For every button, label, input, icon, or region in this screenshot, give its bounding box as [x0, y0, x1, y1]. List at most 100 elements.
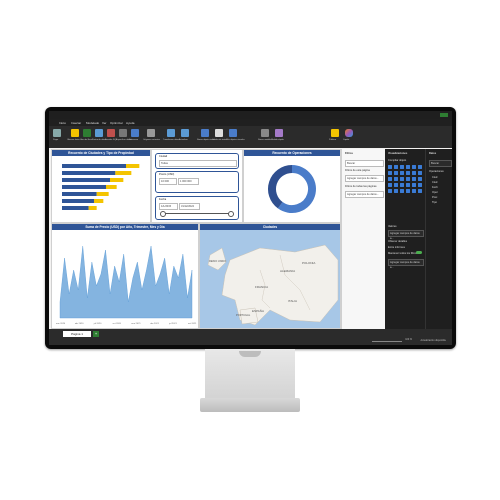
date-range-track[interactable]	[162, 213, 230, 214]
paste-icon[interactable]	[53, 129, 61, 137]
filters-title: Filtros	[345, 152, 353, 155]
map-label: ITALIA	[288, 299, 297, 303]
x-tick-label: oct 2020	[113, 322, 122, 325]
bar	[62, 192, 97, 196]
filters-pane: Filtros Buscar Filtros de esta página Ag…	[341, 149, 386, 329]
filters-all-pages-section: Filtros de todas las páginas	[345, 185, 377, 188]
map-label: FRANCIA	[255, 285, 268, 289]
transform-data-icon[interactable]	[167, 129, 175, 137]
viz-drill-field[interactable]: Agregar campos de datos a...	[388, 259, 424, 269]
data-field[interactable]: Oper	[432, 191, 438, 194]
x-tick-label: ene 2021	[131, 323, 141, 325]
dataverse-icon[interactable]	[131, 129, 139, 137]
bar	[62, 164, 126, 168]
map-card[interactable]: Ciudades ESPAÑA FRANCIA ITALIA ALEMANIA …	[199, 223, 341, 329]
visual-icon-grid[interactable]	[388, 165, 422, 205]
ribbon-label: Copilot	[343, 139, 350, 141]
data-field[interactable]: Prec	[432, 196, 437, 199]
filters-add-field-all[interactable]: Agregar campos de datos...	[345, 191, 384, 198]
ribbon-label: Más objetos visuales	[226, 139, 245, 141]
menu-insertar[interactable]: Insertar	[71, 121, 81, 125]
get-data-icon[interactable]	[71, 129, 79, 137]
data-field[interactable]: Tipo	[432, 201, 437, 204]
date-range-handle-end[interactable]	[228, 211, 234, 217]
update-available[interactable]: Actualización disponible	[420, 339, 446, 342]
bar	[62, 206, 89, 210]
copilot-icon[interactable]	[345, 129, 353, 137]
city-dropdown[interactable]: Todas	[159, 160, 237, 167]
refresh-icon[interactable]	[181, 129, 189, 137]
menu-optimizar[interactable]: Optimizar	[110, 121, 123, 125]
filters-page-section: Filtros de esta página	[345, 169, 370, 172]
data-field[interactable]: Fech	[432, 186, 438, 189]
viz-values-field[interactable]: Agregar campos de datos a...	[388, 230, 424, 240]
zoom-level: 100 %	[405, 338, 412, 341]
viz-keep-filters-label: Mantener todos los filtros	[388, 252, 417, 255]
price-slicer[interactable]: Precio (USD) 10 000 1 000 000	[155, 171, 239, 193]
data-search-input[interactable]: Buscar	[429, 160, 452, 167]
quick-measure-icon[interactable]	[275, 129, 283, 137]
keep-filters-toggle[interactable]	[416, 251, 422, 254]
add-page-button[interactable]: +	[93, 331, 99, 337]
bar	[62, 178, 110, 182]
slicer-card: Ciudad Todas Precio (USD) 10 000 1 000 0…	[151, 149, 243, 223]
map-label: ALEMANIA	[280, 269, 295, 273]
date-slicer-label: Fecha	[159, 198, 167, 201]
text-box-icon[interactable]	[215, 129, 223, 137]
data-field[interactable]: Ciud	[432, 181, 437, 184]
data-title: Datos	[429, 152, 437, 155]
menu-ver[interactable]: Ver	[102, 121, 107, 125]
city-slicer[interactable]: Ciudad Todas	[155, 153, 239, 169]
bar	[106, 185, 117, 189]
menu-ayuda[interactable]: Ayuda	[126, 121, 134, 125]
title-bar	[49, 111, 452, 119]
ribbon-label: Medida rápida	[271, 139, 284, 141]
menu-modelado[interactable]: Modelado	[86, 121, 99, 125]
map-europe[interactable]: ESPAÑA FRANCIA ITALIA ALEMANIA POLONIA R…	[200, 230, 340, 328]
bar	[110, 178, 124, 182]
ribbon-label: Dataverse	[129, 139, 139, 141]
viz-title: Visualizaciones	[388, 152, 408, 155]
bar	[62, 171, 116, 175]
more-visuals-icon[interactable]	[229, 129, 237, 137]
x-tick-label: abr 2021	[150, 322, 159, 325]
excel-icon[interactable]	[83, 129, 91, 137]
powerbi-window: Inicio Insertar Modelado Ver Optimizar A…	[49, 111, 452, 345]
enter-data-icon[interactable]	[119, 129, 127, 137]
data-table-operaciones[interactable]: Operaciones	[429, 170, 444, 173]
tab-pagina-1[interactable]: Página 1	[63, 331, 91, 337]
data-hub-icon[interactable]	[95, 129, 103, 137]
bar	[88, 206, 97, 210]
filters-search-input[interactable]: Buscar	[345, 160, 384, 167]
map-label: PORTUGAL	[236, 313, 251, 317]
publish-icon[interactable]	[331, 129, 339, 137]
donut-chart	[268, 165, 316, 213]
bar-chart-card[interactable]: Recuento de Ciudades y Tipo de Propiedad	[51, 149, 151, 223]
map-label: ESPAÑA	[252, 308, 264, 313]
ribbon-label: Nueva medida	[258, 139, 271, 141]
date-range-handle-start[interactable]	[160, 211, 166, 217]
date-slicer[interactable]: Fecha 1/1/2015 31/12/2024	[155, 196, 239, 220]
ribbon-label: Obtener datos	[67, 139, 80, 141]
menu-inicio[interactable]: Inicio	[59, 121, 66, 125]
date-from-input[interactable]: 1/1/2015	[159, 203, 178, 210]
sql-server-icon[interactable]	[107, 129, 115, 137]
donut-slice	[277, 165, 316, 213]
city-slicer-label: Ciudad	[159, 155, 168, 158]
map-label: POLONIA	[302, 261, 315, 265]
filters-add-field[interactable]: Agregar campos de datos...	[345, 175, 384, 182]
date-to-input[interactable]: 31/12/2024	[179, 203, 200, 210]
price-max-input[interactable]: 1 000 000	[178, 178, 199, 185]
save-icon[interactable]	[440, 113, 448, 117]
line-chart-card[interactable]: Suma de Precio (USD) por Año, Trimestre,…	[51, 223, 199, 329]
price-min-input[interactable]: 10 000	[159, 178, 177, 185]
status-bar: Página 1 + 100 % Actualización disponibl…	[49, 329, 452, 345]
recent-sources-icon[interactable]	[147, 129, 155, 137]
line-area	[59, 245, 193, 319]
new-measure-icon[interactable]	[261, 129, 269, 137]
donut-chart-card[interactable]: Recuento de Operaciones	[243, 149, 341, 223]
zoom-slider[interactable]	[372, 341, 402, 342]
ribbon: Pegar Obtener datos Libro de Excel Centr…	[49, 126, 452, 148]
new-visual-icon[interactable]	[201, 129, 209, 137]
data-field[interactable]: Ciud	[432, 176, 437, 179]
